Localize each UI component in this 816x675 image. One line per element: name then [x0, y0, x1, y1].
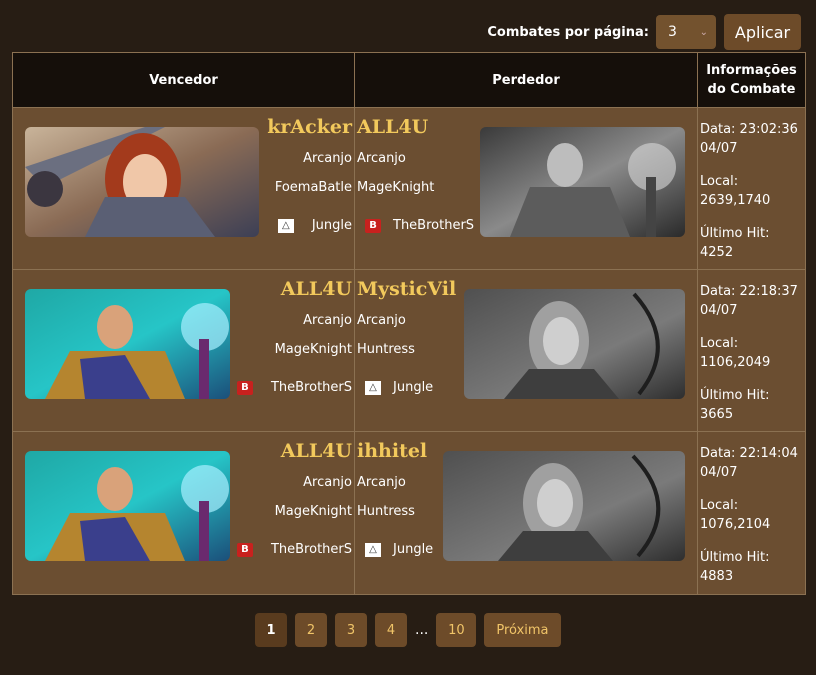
- battle-date: 04/07: [700, 303, 738, 318]
- page-button-10[interactable]: 10: [436, 613, 477, 647]
- battle-time: Data: 23:02:36: [700, 122, 798, 137]
- winner-class: Arcanjo: [303, 475, 352, 490]
- jungle-guild-icon: △: [365, 542, 381, 557]
- location-label: Local:: [700, 174, 739, 189]
- winner-guild[interactable]: B TheBrotherS: [236, 542, 352, 557]
- info-header: Informações do Combate: [706, 63, 797, 97]
- page-button-1[interactable]: 1: [255, 613, 287, 647]
- mage-knight-portrait: [25, 451, 230, 561]
- female-warrior-portrait: [25, 127, 259, 237]
- battle-info: Data: 23:02:36 04/07 Local: 2639,1740 Últi…: [698, 108, 805, 269]
- winner-cell: ALL4U Arcanjo MageKnight B TheBrotherS: [13, 270, 355, 431]
- page-button-2[interactable]: 2: [295, 613, 327, 647]
- mage-knight-portrait: [25, 289, 230, 399]
- winner-class: Arcanjo: [303, 151, 352, 166]
- loser-guild[interactable]: △ Jungle: [357, 542, 433, 557]
- location-label: Local:: [700, 336, 739, 351]
- huntress-portrait: [464, 289, 685, 399]
- winner-cell: ALL4U Arcanjo MageKnight B TheBrotherS: [13, 432, 355, 594]
- table-row: krAcker Arcanjo FoemaBatle △ Jungle ALL4…: [13, 108, 805, 270]
- battle-date: 04/07: [700, 141, 738, 156]
- winner-name[interactable]: ALL4U: [281, 278, 352, 300]
- battle-last-hit: 3665: [700, 407, 734, 422]
- loser-class: Arcanjo: [357, 313, 406, 328]
- loser-cell: ALL4U Arcanjo MageKnight B TheBrotherS: [355, 108, 698, 269]
- battle-info: Data: 22:18:37 04/07 Local: 1106,2049 Últi…: [698, 270, 805, 431]
- last-hit-label: Último Hit:: [700, 550, 770, 565]
- battles-table: Vencedor Perdedor Informações do Combate …: [12, 52, 806, 595]
- table-header: Vencedor Perdedor Informações do Combate: [13, 53, 805, 108]
- last-hit-label: Último Hit:: [700, 388, 770, 403]
- huntress-portrait: [443, 451, 685, 561]
- battle-time: Data: 22:14:04: [700, 446, 798, 461]
- winner-spec: MageKnight: [274, 342, 352, 357]
- loser-name[interactable]: MysticVil: [357, 278, 456, 300]
- loser-header: Perdedor: [355, 53, 698, 107]
- winner-spec: FoemaBatle: [274, 180, 352, 195]
- battle-date: 04/07: [700, 465, 738, 480]
- brothers-guild-icon: B: [236, 542, 253, 557]
- per-page-value: 3: [668, 24, 677, 40]
- loser-spec: MageKnight: [357, 180, 435, 195]
- winner-name[interactable]: ALL4U: [281, 440, 352, 462]
- location-label: Local:: [700, 498, 739, 513]
- per-page-select[interactable]: 3 ⌄: [656, 15, 716, 49]
- table-row: ALL4U Arcanjo MageKnight B TheBrotherS i…: [13, 432, 805, 594]
- last-hit-label: Último Hit:: [700, 226, 770, 241]
- chevron-down-icon: ⌄: [699, 26, 708, 38]
- winner-spec: MageKnight: [274, 504, 352, 519]
- loser-guild[interactable]: B TheBrotherS: [357, 218, 474, 233]
- battle-last-hit: 4883: [700, 569, 734, 584]
- loser-class: Arcanjo: [357, 151, 406, 166]
- battle-location: 2639,1740: [700, 193, 771, 208]
- loser-guild[interactable]: △ Jungle: [357, 380, 433, 395]
- loser-spec: Huntress: [357, 342, 415, 357]
- loser-name[interactable]: ALL4U: [357, 116, 428, 138]
- loser-cell: MysticVil Arcanjo Huntress △ Jungle: [355, 270, 698, 431]
- page-button-4[interactable]: 4: [375, 613, 407, 647]
- battle-location: 1106,2049: [700, 355, 771, 370]
- mage-knight-portrait: [480, 127, 685, 237]
- loser-class: Arcanjo: [357, 475, 406, 490]
- battle-last-hit: 4252: [700, 245, 734, 260]
- pagination: 1 2 3 4 ... 10 Próxima: [255, 613, 569, 647]
- apply-button[interactable]: Aplicar: [724, 14, 801, 50]
- winner-header: Vencedor: [13, 53, 355, 107]
- winner-guild[interactable]: B TheBrotherS: [236, 380, 352, 395]
- jungle-guild-icon: △: [365, 380, 381, 395]
- winner-cell: krAcker Arcanjo FoemaBatle △ Jungle: [13, 108, 355, 269]
- battle-location: 1076,2104: [700, 517, 771, 532]
- pagination-controls: Combates por página: 3 ⌄ Aplicar: [487, 14, 801, 50]
- battle-time: Data: 22:18:37: [700, 284, 798, 299]
- page-button-3[interactable]: 3: [335, 613, 367, 647]
- loser-name[interactable]: ihhitel: [357, 440, 427, 462]
- battle-info: Data: 22:14:04 04/07 Local: 1076,2104 Últi…: [698, 432, 805, 594]
- loser-cell: ihhitel Arcanjo Huntress △ Jungle: [355, 432, 698, 594]
- brothers-guild-icon: B: [365, 218, 381, 233]
- next-page-button[interactable]: Próxima: [484, 613, 561, 647]
- brothers-guild-icon: B: [236, 380, 253, 395]
- per-page-label: Combates por página:: [487, 24, 649, 40]
- pagination-ellipsis: ...: [415, 622, 429, 638]
- loser-spec: Huntress: [357, 504, 415, 519]
- winner-name[interactable]: krAcker: [267, 116, 352, 138]
- jungle-guild-icon: △: [277, 218, 294, 233]
- winner-class: Arcanjo: [303, 313, 352, 328]
- winner-guild[interactable]: △ Jungle: [277, 218, 352, 233]
- table-row: ALL4U Arcanjo MageKnight B TheBrotherS M…: [13, 270, 805, 432]
